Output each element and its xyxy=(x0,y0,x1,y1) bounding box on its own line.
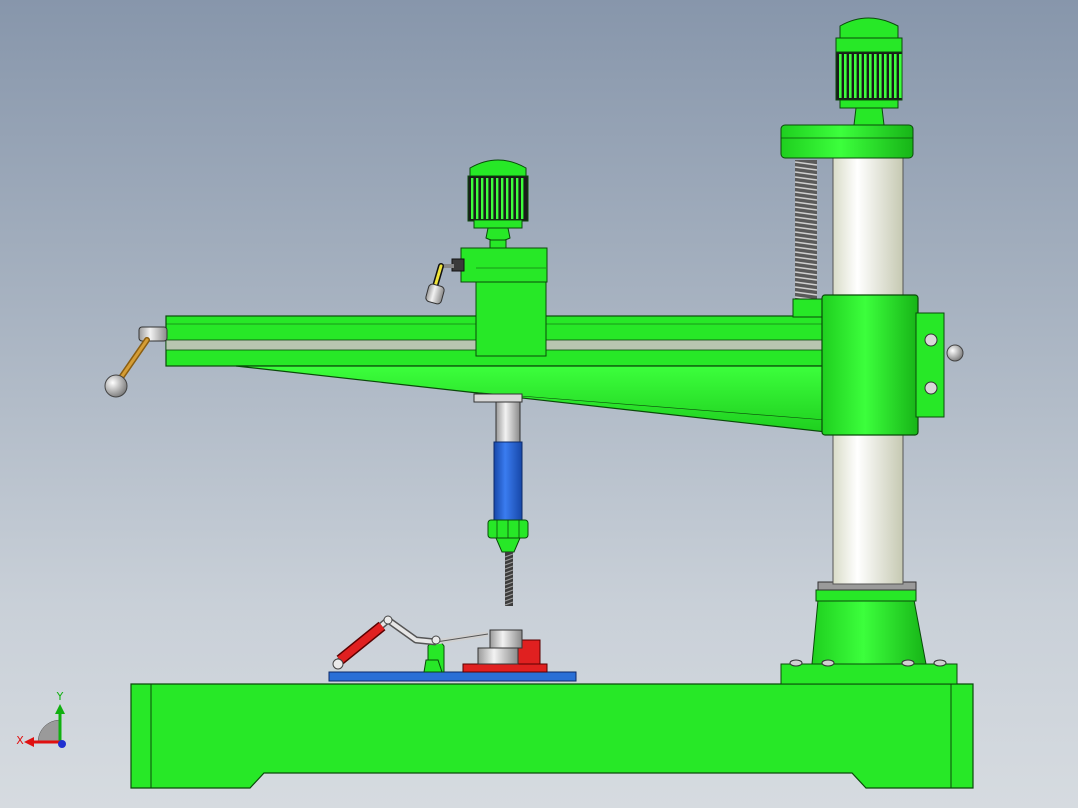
orientation-triad: Y X xyxy=(16,690,66,748)
triad-y-label: Y xyxy=(56,690,64,703)
triad-x-arrow xyxy=(24,737,34,747)
drill-bit xyxy=(504,552,514,606)
toggle-clamp-fixture[interactable] xyxy=(332,615,548,673)
column-motor[interactable] xyxy=(835,17,903,126)
triad-plane-quadrant xyxy=(37,719,61,743)
head-motor[interactable] xyxy=(467,159,529,249)
cad-viewport[interactable]: Y X xyxy=(0,0,1078,808)
column-top-cap xyxy=(780,124,914,159)
triad-x-label: X xyxy=(16,734,24,747)
lead-screw xyxy=(794,160,818,301)
triad-y-arrow xyxy=(55,704,65,714)
triad-z-axis xyxy=(58,740,66,748)
machine-base[interactable] xyxy=(130,683,974,789)
column-foot xyxy=(780,581,958,685)
arm-lever-handle[interactable] xyxy=(104,326,168,398)
feed-lever[interactable] xyxy=(425,258,465,305)
spindle xyxy=(473,393,529,553)
worktable[interactable] xyxy=(328,671,577,682)
